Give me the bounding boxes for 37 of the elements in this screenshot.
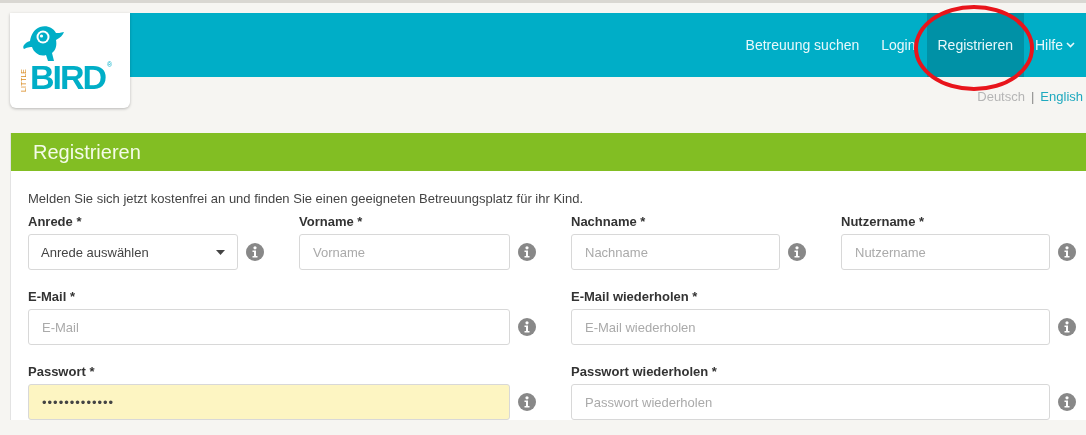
field-label: E-Mail wiederholen * — [571, 289, 699, 304]
nav-link[interactable]: Hilfe — [1024, 13, 1086, 77]
field-label: Anrede * — [28, 214, 83, 229]
separator: | — [1030, 89, 1035, 106]
input-field[interactable]: Nutzername — [841, 234, 1050, 270]
caret-icon — [216, 249, 225, 255]
salutation-dropdown[interactable]: Anrede auswählen — [28, 234, 238, 270]
language-link[interactable]: Deutsch — [977, 89, 1025, 133]
input-field[interactable]: E-Mail wiederholen — [571, 309, 1050, 345]
form-title: Registrieren — [33, 140, 141, 164]
logo-wordmark: BIRD — [30, 60, 106, 94]
field-label: Nachname * — [571, 214, 647, 229]
info-icon[interactable] — [1058, 318, 1076, 336]
input-field[interactable]: Vorname — [299, 234, 510, 270]
nav-link[interactable]: Betreuung suchen — [734, 13, 871, 77]
intro-text: Melden Sie sich jetzt kostenfrei an und finden Sie einen geeigneten Betreuungsplatz für ihr Kind. — [28, 191, 585, 206]
field-label: E-Mail * — [28, 289, 76, 304]
info-icon[interactable] — [518, 318, 536, 336]
info-icon[interactable] — [518, 243, 536, 261]
chevron-down-icon — [1066, 42, 1075, 48]
info-icon[interactable] — [788, 243, 806, 261]
language-link[interactable]: English — [1040, 89, 1083, 133]
input-field[interactable]: ••••••••••••• — [28, 384, 510, 420]
info-icon[interactable] — [518, 393, 536, 411]
nav-link[interactable]: Login — [870, 13, 927, 77]
info-icon[interactable] — [1058, 243, 1076, 261]
bird-icon — [20, 23, 64, 61]
field-label: Nutzername * — [841, 214, 926, 229]
info-icon[interactable] — [246, 243, 264, 261]
input-field[interactable]: Passwort wiederholen — [571, 384, 1050, 420]
info-icon[interactable] — [1058, 393, 1076, 411]
field-label: Passwort * — [28, 364, 96, 379]
nav-link[interactable]: Registrieren — [926, 13, 1024, 77]
input-field[interactable]: E-Mail — [28, 309, 510, 345]
field-label: Passwort wiederholen * — [571, 364, 718, 379]
input-field[interactable]: Nachname — [571, 234, 780, 270]
field-label: Vorname * — [299, 214, 364, 229]
